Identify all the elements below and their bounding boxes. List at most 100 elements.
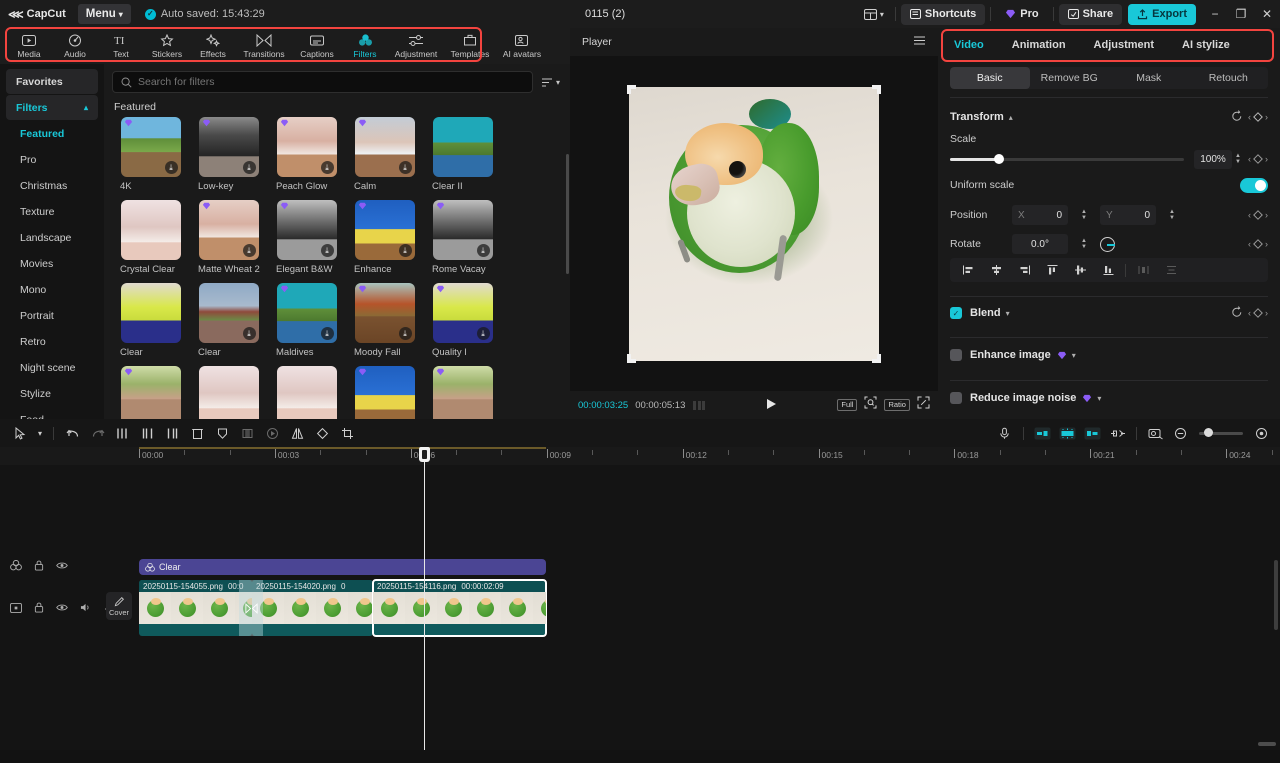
sort-button[interactable]: ▾ <box>539 77 562 88</box>
filter-item[interactable]: ⤓Enhance <box>346 200 423 282</box>
nav-tab-filters[interactable]: Filters <box>342 29 388 63</box>
sidebar-item-featured[interactable]: Featured <box>6 121 98 146</box>
timeline-horizontal-scrollbar[interactable] <box>1258 742 1276 746</box>
tab-adjustment[interactable]: Adjustment <box>1080 39 1169 51</box>
nav-tab-stickers[interactable]: Stickers <box>144 29 190 63</box>
download-icon[interactable]: ⤓ <box>477 244 490 257</box>
align-bottom-icon[interactable] <box>1094 259 1122 281</box>
volume-icon[interactable] <box>80 602 92 616</box>
sidebar-item-landscape[interactable]: Landscape <box>6 225 98 250</box>
filter-item[interactable]: Clear <box>112 283 189 365</box>
sidebar-item-pro[interactable]: Pro <box>6 147 98 172</box>
zoom-in-button[interactable] <box>1249 421 1274 445</box>
ratio-button[interactable]: Ratio <box>884 399 910 411</box>
speed-button[interactable] <box>260 421 285 445</box>
chevron-down-icon[interactable]: ▾ <box>1072 351 1076 360</box>
maximize-button[interactable]: ❐ <box>1228 0 1254 28</box>
split-button[interactable] <box>110 421 135 445</box>
mask-button[interactable] <box>210 421 235 445</box>
search-input[interactable] <box>138 76 524 88</box>
prev-keyframe-icon[interactable]: ‹ <box>1248 210 1251 220</box>
crop-button[interactable] <box>335 421 360 445</box>
sidebar-item-mono[interactable]: Mono <box>6 277 98 302</box>
pro-button[interactable]: Pro <box>996 4 1047 25</box>
filter-track-icon[interactable] <box>10 560 22 574</box>
lock-icon[interactable] <box>34 560 44 574</box>
player-menu-button[interactable] <box>913 33 926 51</box>
trim-right-button[interactable] <box>160 421 185 445</box>
play-button[interactable] <box>766 398 777 413</box>
download-icon[interactable]: ⤓ <box>321 161 334 174</box>
chevron-up-icon[interactable]: ▴ <box>1009 113 1013 122</box>
delete-button[interactable] <box>185 421 210 445</box>
zoom-slider-knob[interactable] <box>1204 428 1213 437</box>
transition-marker[interactable] <box>239 580 263 636</box>
nav-tab-ai-avatars[interactable]: AI avatars <box>496 29 548 63</box>
redo-button[interactable] <box>85 421 110 445</box>
prev-keyframe-icon[interactable]: ‹ <box>1248 308 1251 318</box>
prev-keyframe-icon[interactable]: ‹ <box>1248 112 1251 122</box>
blend-checkbox[interactable]: ✓ <box>950 307 962 319</box>
align-middle-v-icon[interactable] <box>1066 259 1094 281</box>
cover-button[interactable]: Cover <box>106 592 132 620</box>
nav-tab-audio[interactable]: Audio <box>52 29 98 63</box>
lock-icon[interactable] <box>34 602 44 616</box>
sidebar-item-favorites[interactable]: Favorites <box>6 69 98 94</box>
download-icon[interactable]: ⤓ <box>399 161 412 174</box>
eye-icon[interactable] <box>56 603 68 615</box>
download-icon[interactable]: ⤓ <box>477 327 490 340</box>
tab-animation[interactable]: Animation <box>998 39 1080 51</box>
nav-tab-media[interactable]: Media <box>6 29 52 63</box>
nav-tab-effects[interactable]: Effects <box>190 29 236 63</box>
reset-button[interactable] <box>1231 306 1243 321</box>
close-button[interactable]: ✕ <box>1254 0 1280 28</box>
zoom-out-button[interactable] <box>1168 421 1193 445</box>
rotate-stepper[interactable]: ▲▼ <box>1078 238 1090 250</box>
reset-button[interactable] <box>1231 110 1243 125</box>
download-icon[interactable]: ⤓ <box>321 327 334 340</box>
download-icon[interactable]: ⤓ <box>243 161 256 174</box>
nav-tab-adjustment[interactable]: Adjustment <box>388 29 444 63</box>
select-tool-button[interactable] <box>8 421 33 445</box>
filter-item[interactable]: ⤓Maldives <box>268 283 345 365</box>
menu-button[interactable]: Menu ▾ <box>78 4 131 24</box>
uniform-scale-toggle[interactable] <box>1240 178 1268 193</box>
fullscreen-button[interactable] <box>917 396 930 414</box>
rotate-dial[interactable] <box>1100 237 1115 252</box>
download-icon[interactable]: ⤓ <box>399 327 412 340</box>
tool-dropdown-button[interactable]: ▾ <box>33 421 47 445</box>
sidebar-item-texture[interactable]: Texture <box>6 199 98 224</box>
download-icon[interactable]: ⤓ <box>243 244 256 257</box>
search-box[interactable] <box>112 71 533 93</box>
nav-tab-transitions[interactable]: Transitions <box>236 29 292 63</box>
subtab-retouch[interactable]: Retouch <box>1189 67 1269 89</box>
subtab-basic[interactable]: Basic <box>950 67 1030 89</box>
filter-item[interactable]: ⤓Matte Wheat 2 <box>190 200 267 282</box>
position-x-field[interactable]: X 0 <box>1012 205 1068 225</box>
filter-clip[interactable]: Clear <box>139 559 546 575</box>
rotate-field[interactable]: 0.0° <box>1012 234 1068 254</box>
crop-frame-button[interactable] <box>235 421 260 445</box>
scale-slider[interactable] <box>950 158 1184 161</box>
sidebar-item-food[interactable]: Food <box>6 407 98 419</box>
prev-keyframe-icon[interactable]: ‹ <box>1248 154 1251 164</box>
subtab-mask[interactable]: Mask <box>1109 67 1189 89</box>
next-keyframe-icon[interactable]: › <box>1265 239 1268 249</box>
next-keyframe-icon[interactable]: › <box>1265 154 1268 164</box>
scale-value[interactable]: 100% <box>1194 150 1232 169</box>
filter-item[interactable]: ⤓4K <box>112 117 189 199</box>
filter-item[interactable]: ⤓Clear <box>190 283 267 365</box>
sidebar-item-stylize[interactable]: Stylize <box>6 381 98 406</box>
position-keyframe-nav[interactable]: ‹ › <box>1248 210 1268 220</box>
table-row[interactable]: 20250115-154055.png 00:0 <box>139 580 252 636</box>
enhance-image-checkbox[interactable] <box>950 349 962 361</box>
filter-item[interactable]: ⤓Elegant B&W <box>268 200 345 282</box>
layout-button[interactable]: ▾ <box>858 3 890 25</box>
undo-button[interactable] <box>60 421 85 445</box>
keyframe-in-button[interactable] <box>1030 421 1055 445</box>
chevron-down-icon[interactable]: ▾ <box>1006 309 1010 318</box>
trim-left-button[interactable] <box>135 421 160 445</box>
scale-keyframe-nav[interactable]: ‹ › <box>1248 154 1268 164</box>
handle-right-top[interactable] <box>877 85 881 94</box>
filter-item[interactable]: ⤓Peach Glow <box>268 117 345 199</box>
